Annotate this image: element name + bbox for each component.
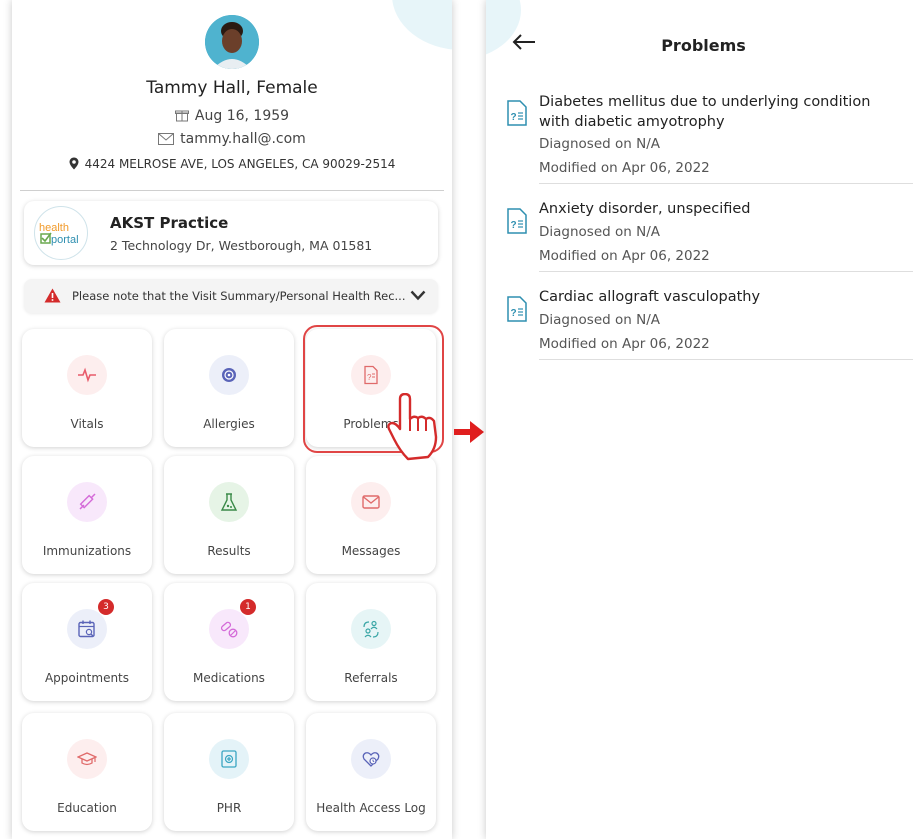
tile-allergies[interactable]: Allergies — [164, 329, 294, 447]
medications-badge: 1 — [240, 599, 256, 615]
tile-label: Messages — [341, 544, 401, 558]
education-icon — [77, 752, 97, 766]
problem-modified: Modified on Apr 06, 2022 — [539, 248, 710, 264]
tile-icon-bg — [351, 482, 391, 522]
problem-diagnosed: Diagnosed on N/A — [539, 224, 660, 240]
page-title: Problems — [661, 36, 746, 55]
patient-dob: Aug 16, 1959 — [12, 108, 452, 124]
phr-icon — [221, 750, 237, 768]
tile-vitals[interactable]: Vitals — [22, 329, 152, 447]
tile-label: Education — [57, 801, 117, 815]
patient-address: 4424 MELROSE AVE, LOS ANGELES, CA 90029-… — [12, 157, 452, 171]
tile-icon-bg — [209, 609, 249, 649]
decorative-blob — [392, 0, 452, 50]
tile-health-access-log[interactable]: Health Access Log — [306, 713, 436, 831]
patient-address-text: 4424 MELROSE AVE, LOS ANGELES, CA 90029-… — [84, 157, 396, 171]
tile-icon-bg — [209, 355, 249, 395]
document-icon: ? — [507, 296, 527, 322]
tile-icon-bg — [67, 609, 107, 649]
tile-referrals[interactable]: Referrals — [306, 583, 436, 701]
svg-text:health: health — [39, 222, 69, 234]
vitals-icon — [78, 367, 96, 383]
problem-title: Diabetes mellitus due to underlying cond… — [539, 94, 871, 130]
patient-email-text: tammy.hall@.com — [180, 131, 306, 147]
tile-icon-bg — [351, 609, 391, 649]
document-icon: ? — [507, 100, 527, 126]
syringe-icon — [79, 493, 96, 510]
notice-text: Please note that the Visit Summary/Perso… — [72, 289, 406, 303]
patient-email: tammy.hall@.com — [12, 131, 452, 147]
tile-medications[interactable]: 1 Medications — [164, 583, 294, 701]
health-portal-logo: health portal — [34, 206, 88, 260]
divider — [20, 190, 444, 191]
tile-immunizations[interactable]: Immunizations — [22, 456, 152, 574]
svg-text:portal: portal — [51, 234, 79, 246]
practice-card[interactable]: health portal AKST Practice 2 Technology… — [24, 201, 438, 265]
svg-text:?: ? — [511, 112, 517, 123]
tile-messages[interactable]: Messages — [306, 456, 436, 574]
patient-name: Tammy Hall, Female — [146, 78, 318, 98]
problem-title: Anxiety disorder, unspecified — [539, 201, 751, 217]
tile-icon-bg — [67, 739, 107, 779]
svg-text:?: ? — [511, 308, 517, 319]
tile-education[interactable]: Education — [22, 713, 152, 831]
divider — [539, 183, 913, 184]
appointments-badge: 3 — [98, 599, 114, 615]
tile-label: Allergies — [203, 417, 255, 431]
tile-label: Appointments — [44, 671, 130, 685]
patient-dob-text: Aug 16, 1959 — [194, 108, 290, 124]
access-log-icon — [362, 752, 380, 767]
tile-label: PHR — [216, 801, 242, 815]
problem-modified: Modified on Apr 06, 2022 — [539, 160, 710, 176]
tile-results[interactable]: Results — [164, 456, 294, 574]
tile-icon-bg — [209, 739, 249, 779]
chevron-down-icon[interactable] — [410, 290, 426, 301]
tile-icon-bg — [67, 482, 107, 522]
tile-icon-bg — [351, 739, 391, 779]
gift-icon — [174, 110, 189, 122]
warning-icon — [44, 288, 61, 303]
arrow-right-icon — [454, 421, 484, 443]
mail-icon — [362, 495, 380, 509]
tile-icon-bg — [209, 482, 249, 522]
notice-banner[interactable]: Please note that the Visit Summary/Perso… — [24, 279, 438, 313]
tile-label: Immunizations — [42, 544, 132, 558]
flask-icon — [220, 493, 238, 511]
tile-label: Health Access Log — [316, 801, 426, 815]
problem-modified: Modified on Apr 06, 2022 — [539, 336, 710, 352]
pointing-hand-icon — [387, 393, 438, 461]
envelope-icon — [158, 133, 175, 145]
practice-address: 2 Technology Dr, Westborough, MA 01581 — [110, 238, 373, 253]
tile-appointments[interactable]: 3 Appointments — [22, 583, 152, 701]
tile-label: Referrals — [344, 671, 398, 685]
document-icon: ? — [507, 208, 527, 234]
svg-text:?: ? — [511, 220, 517, 231]
practice-name: AKST Practice — [110, 214, 229, 232]
avatar[interactable] — [205, 15, 259, 69]
allergies-icon — [222, 368, 236, 382]
location-pin-icon — [69, 157, 79, 170]
tile-label: Results — [207, 544, 251, 558]
tile-icon-bg — [67, 355, 107, 395]
tile-phr[interactable]: PHR — [164, 713, 294, 831]
problem-diagnosed: Diagnosed on N/A — [539, 312, 660, 328]
calendar-icon — [78, 620, 95, 638]
problems-screen: Problems ? Diabetes mellitus due to unde… — [486, 0, 921, 839]
pills-icon — [220, 621, 238, 638]
problem-diagnosed: Diagnosed on N/A — [539, 136, 660, 152]
tile-label: Vitals — [70, 417, 104, 431]
referrals-icon — [363, 620, 379, 638]
divider — [539, 271, 913, 272]
tile-label: Medications — [193, 671, 265, 685]
divider — [539, 359, 913, 360]
problem-title: Cardiac allograft vasculopathy — [539, 289, 761, 305]
